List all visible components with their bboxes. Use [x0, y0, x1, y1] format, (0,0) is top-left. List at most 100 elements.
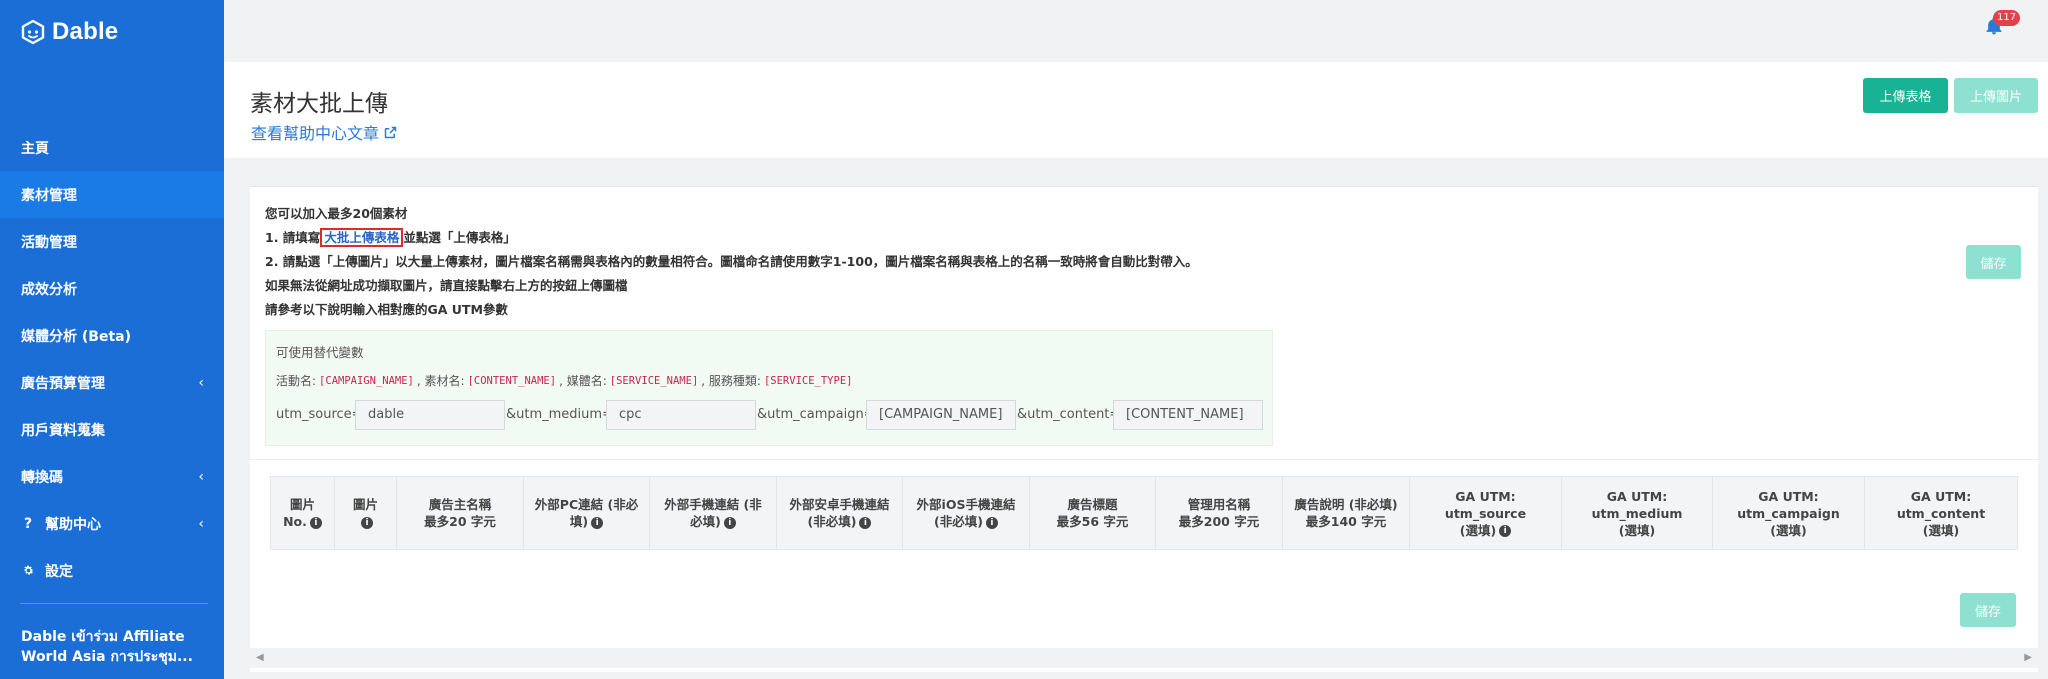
- utm-content-label: &utm_content=: [1017, 407, 1121, 422]
- sidebar-item-help-center[interactable]: ? 幫助中心 ‹: [0, 500, 224, 547]
- save-button-top[interactable]: 儲存: [1966, 245, 2021, 279]
- sidebar-item-label: 幫助中心: [45, 516, 101, 533]
- col-image-no-line1: 圖片: [289, 497, 315, 512]
- sidebar-item-budget[interactable]: 廣告預算管理 ‹: [0, 359, 224, 406]
- sidebar-item-performance[interactable]: 成效分析: [0, 265, 224, 312]
- content-variable: [CONTENT_NAME]: [467, 374, 557, 387]
- col-utm-source-line2: utm_source: [1444, 505, 1527, 521]
- sidebar-item-label: 媒體分析 (Beta): [21, 328, 131, 345]
- sidebar-item-audience[interactable]: 用戶資料蒐集: [0, 406, 224, 453]
- instruction-line-2-prefix: 1. 請填寫: [265, 230, 321, 245]
- utm-source-field[interactable]: dable: [355, 400, 505, 430]
- variables-title: 可使用替代變數: [276, 345, 364, 360]
- col-ad-title: 廣告標題最多56 字元: [1030, 477, 1156, 549]
- table-header: 圖片 No. i 圖片 i 廣告主名稱 最多20 字元 外部PC連結 (非必 填) i 外部…: [270, 476, 2018, 550]
- utm-content-field[interactable]: [CONTENT_NAME]: [1113, 400, 1263, 430]
- col-advertiser: 廣告主名稱 最多20 字元: [397, 477, 524, 549]
- sidebar-divider: [20, 603, 208, 604]
- col-image: 圖片 i: [335, 477, 397, 549]
- col-utm-source-line1: GA UTM:: [1455, 488, 1516, 504]
- col-image-no-line2: No.: [283, 514, 307, 529]
- col-image-line1: 圖片: [352, 497, 378, 512]
- upload-sheet-button[interactable]: 上傳表格: [1863, 78, 1948, 113]
- sidebar-item-label: 活動管理: [21, 234, 77, 251]
- dable-logo-icon: [21, 19, 45, 45]
- col-ad-title-line2: 最多56 字元: [1056, 514, 1129, 529]
- col-pc-link-line1: 外部PC連結 (非必: [534, 497, 639, 512]
- col-admin-name: 管理用名稱 最多200 字元: [1156, 477, 1283, 549]
- sidebar-item-label: 主頁: [21, 140, 49, 157]
- col-mobile-link-line2: 必填): [690, 514, 721, 529]
- col-ad-title-line1: 廣告標題: [1067, 497, 1118, 512]
- info-icon[interactable]: i: [360, 516, 373, 529]
- col-ad-description-line2: 最多140 字元: [1305, 514, 1387, 529]
- topbar: [224, 0, 2048, 62]
- scroll-left-icon[interactable]: ◀: [256, 652, 264, 663]
- col-mobile-link-line1: 外部手機連結 (非: [664, 497, 762, 512]
- utm-campaign-label: &utm_campaign=: [757, 407, 875, 422]
- sidebar-item-home[interactable]: 主頁: [0, 124, 224, 171]
- col-utm-medium-line2: utm_medium: [1591, 505, 1683, 521]
- col-utm-campaign-line1: GA UTM:: [1758, 488, 1819, 504]
- news-line-2: World Asia การประชุม...: [21, 649, 193, 665]
- instruction-line-3: 2. 請點選「上傳圖片」以大量上傳素材，圖片檔案名稱需與表格內的數量相符合。圖檔…: [265, 254, 1198, 269]
- bulk-upload-sheet-link[interactable]: 大批上傳表格: [320, 228, 404, 247]
- chevron-left-icon: ‹: [198, 468, 204, 485]
- info-icon[interactable]: i: [859, 516, 872, 529]
- sidebar-item-label: 用戶資料蒐集: [21, 422, 105, 439]
- gear-icon: [21, 563, 35, 579]
- instructions: 您可以加入最多20個素材 1. 請填寫 大批上傳表格 並點選「上傳表格」 2. 請點…: [265, 202, 1198, 322]
- col-advertiser-line2: 最多20 字元: [424, 514, 496, 529]
- col-android-link: 外部安卓手機連結 (非必填) i: [777, 477, 903, 549]
- utm-medium-field[interactable]: cpc: [606, 400, 756, 430]
- info-icon[interactable]: i: [723, 516, 736, 529]
- info-icon[interactable]: i: [1499, 525, 1512, 537]
- campaign-label: 活動名:: [276, 374, 317, 388]
- service-label: , 媒體名:: [559, 374, 607, 388]
- section-divider: [250, 459, 2038, 460]
- scroll-right-icon[interactable]: ▶: [2024, 652, 2032, 663]
- help-center-link[interactable]: 查看幫助中心文章: [251, 120, 398, 144]
- upload-image-button[interactable]: 上傳圖片: [1954, 78, 2038, 113]
- info-icon[interactable]: i: [309, 516, 322, 529]
- info-icon[interactable]: i: [985, 516, 998, 529]
- col-utm-campaign-line2: utm_campaign: [1737, 505, 1840, 521]
- col-ad-description-line1: 廣告說明 (非必填): [1294, 497, 1398, 512]
- sidebar-item-conversion[interactable]: 轉換碼 ‹: [0, 453, 224, 500]
- instruction-line-2-suffix: 並點選「上傳表格」: [403, 230, 516, 245]
- save-button-bottom[interactable]: 儲存: [1960, 593, 2016, 627]
- utm-campaign-field[interactable]: [CAMPAIGN_NAME]: [866, 400, 1016, 430]
- info-icon[interactable]: i: [591, 516, 604, 529]
- col-utm-medium-line3: (選填): [1618, 522, 1656, 538]
- col-android-link-line1: 外部安卓手機連結: [789, 497, 890, 512]
- logo[interactable]: Dable: [20, 18, 118, 46]
- col-mobile-link: 外部手機連結 (非必填) i: [650, 477, 777, 549]
- news-line-1: Dable เข้าร่วม Affiliate: [21, 629, 185, 645]
- type-variable: [SERVICE_TYPE]: [763, 374, 853, 387]
- service-variable: [SERVICE_NAME]: [609, 374, 699, 387]
- notification-badge: 117: [1993, 10, 2021, 26]
- sidebar-news-link[interactable]: Dable เข้าร่วม Affiliate World Asia การป…: [21, 627, 211, 667]
- col-ios-link: 外部iOS手機連結 (非必填) i: [903, 477, 1030, 549]
- col-pc-link: 外部PC連結 (非必 填) i: [524, 477, 650, 549]
- sidebar-item-label: 轉換碼: [21, 469, 63, 486]
- sidebar-item-label: 廣告預算管理: [21, 375, 105, 392]
- col-android-link-line2: (非必填): [807, 514, 857, 529]
- sidebar-item-label: 成效分析: [21, 281, 77, 298]
- instruction-line-2: 1. 請填寫 大批上傳表格 並點選「上傳表格」: [265, 226, 1198, 250]
- sidebar-item-settings[interactable]: 設定: [0, 547, 224, 594]
- sidebar-item-media-analysis[interactable]: 媒體分析 (Beta): [0, 312, 224, 359]
- col-ad-description: 廣告說明 (非必填) 最多140 字元: [1283, 477, 1410, 549]
- col-utm-content-line3: (選填): [1922, 522, 1960, 538]
- col-utm-content-line2: utm_content: [1896, 505, 1986, 521]
- col-utm-medium-line1: GA UTM:: [1606, 488, 1668, 504]
- col-ios-link-line1: 外部iOS手機連結: [916, 497, 1016, 512]
- horizontal-scrollbar[interactable]: ◀ ▶: [250, 648, 2038, 668]
- help-link-text: 查看幫助中心文章: [251, 124, 380, 143]
- sidebar-item-campaign-management[interactable]: 活動管理: [0, 218, 224, 265]
- logo-text: Dable: [52, 18, 119, 45]
- col-utm-source-line3: (選填): [1459, 522, 1497, 538]
- col-utm-campaign-line3: (選填): [1770, 522, 1807, 538]
- sidebar-item-creative-management[interactable]: 素材管理: [0, 171, 224, 218]
- sidebar-item-label: 素材管理: [21, 187, 77, 204]
